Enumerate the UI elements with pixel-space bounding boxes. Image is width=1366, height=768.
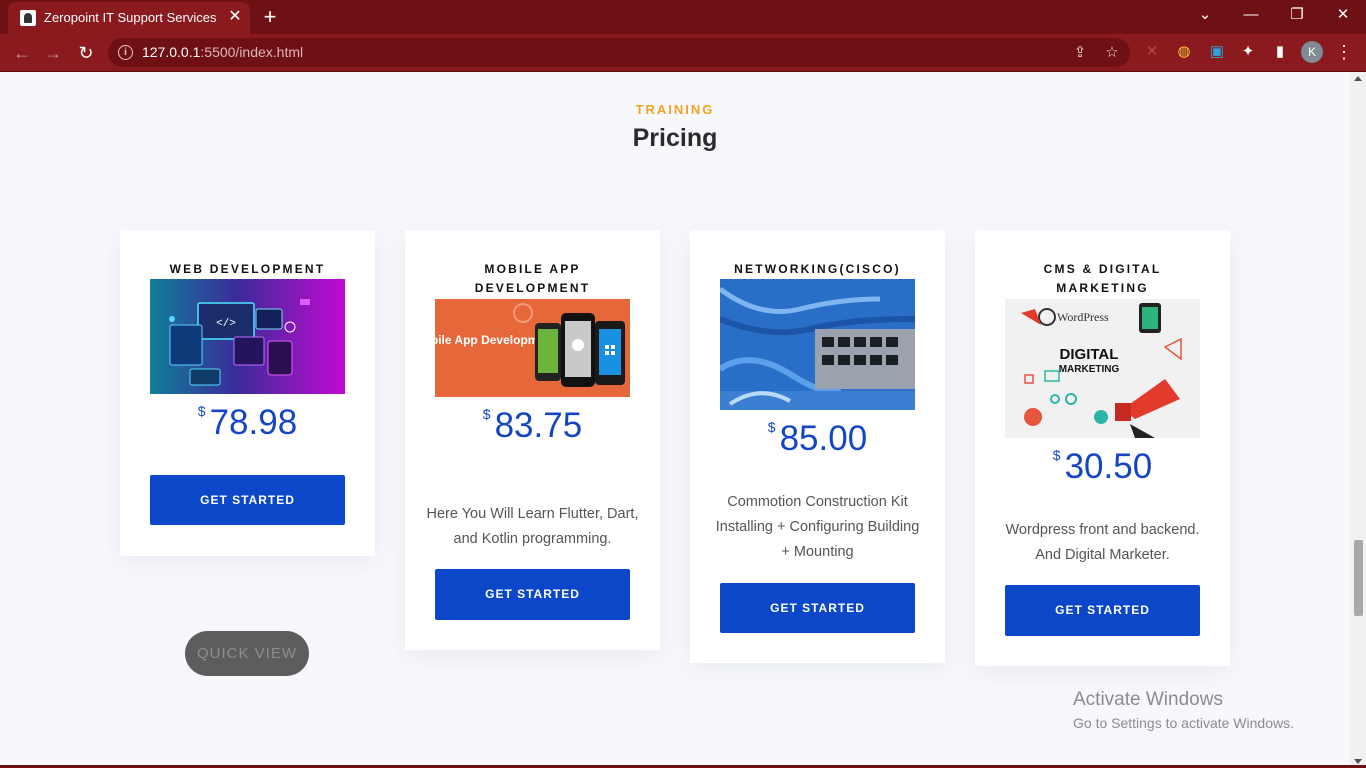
back-icon[interactable]: ← [9, 40, 35, 66]
extension-screen-icon[interactable]: ▣ [1207, 42, 1227, 62]
bookmark-star-icon[interactable]: ☆ [1102, 43, 1122, 63]
url-path: :5500/index.html [200, 44, 304, 60]
scroll-down-arrow-icon[interactable] [1354, 759, 1362, 764]
url-text: 127.0.0.1:5500/index.html [142, 44, 303, 60]
web-development-illustration: </> [150, 279, 345, 394]
mobile-app-development-image: Mobile App Development [435, 299, 630, 397]
url-host: 127.0.0.1 [142, 44, 201, 60]
card-price: $78.98 [120, 403, 375, 443]
windows-activation-watermark: Activate Windows Go to Settings to activ… [1073, 689, 1294, 731]
profile-avatar[interactable]: K [1301, 41, 1323, 63]
side-panel-icon[interactable]: ▮ [1270, 42, 1290, 62]
card-price: $85.00 [690, 419, 945, 459]
get-started-button[interactable]: GET STARTED [150, 475, 345, 525]
mobile-app-illustration: Mobile App Development [435, 299, 630, 397]
card-price: $30.50 [975, 447, 1230, 487]
get-started-button[interactable]: GET STARTED [435, 569, 630, 620]
image-caption-marketing: MARKETING [1059, 364, 1120, 375]
price-value: 83.75 [494, 406, 583, 445]
page-scrollbar[interactable] [1350, 72, 1366, 768]
browser-tab[interactable]: Zeropoint IT Support Services ✕ [8, 2, 250, 34]
price-value: 30.50 [1064, 447, 1153, 486]
section-subtitle: TRAINING [635, 102, 715, 117]
address-bar[interactable]: i 127.0.0.1:5500/index.html ⇪ ☆ [108, 38, 1130, 67]
watermark-title: Activate Windows [1073, 689, 1223, 710]
pricing-card-web-development: WEB DEVELOPMENT </> $ 78.98 GET STARTED [120, 230, 375, 556]
svg-text:</>: </> [216, 318, 236, 330]
card-description: Here You Will Learn Flutter, Dart, and K… [426, 506, 639, 547]
share-icon[interactable]: ⇪ [1070, 43, 1090, 63]
page-viewport: TRAINING Pricing WEB DEVELOPMENT </> $ 7… [0, 72, 1350, 768]
tab-title: Zeropoint IT Support Services [44, 10, 217, 25]
browser-menu-icon[interactable]: ⋮ [1334, 42, 1354, 62]
price-value: 78.98 [209, 403, 298, 442]
network-switch-illustration [720, 279, 915, 410]
site-favicon-icon [20, 10, 36, 26]
extension-x-icon[interactable]: ✕ [1142, 42, 1162, 62]
currency-symbol: $ [767, 419, 776, 435]
web-development-image: </> [150, 279, 345, 394]
card-title: CMS & DIGITAL MARKETING [1043, 262, 1162, 295]
currency-symbol: $ [1052, 447, 1061, 463]
restore-button[interactable]: ❐ [1274, 0, 1320, 30]
browser-tab-strip: Zeropoint IT Support Services ✕ + ⌄ — ❐ … [0, 0, 1366, 34]
image-caption-wordpress: WordPress [1057, 310, 1109, 324]
card-title: NETWORKING(CISCO) [734, 262, 901, 276]
card-title: MOBILE APP DEVELOPMENT [474, 262, 591, 295]
reload-icon[interactable]: ↻ [73, 40, 99, 66]
minimize-button[interactable]: — [1228, 0, 1274, 30]
site-info-icon[interactable]: i [118, 45, 133, 60]
currency-symbol: $ [197, 403, 206, 419]
scrollbar-thumb[interactable] [1354, 540, 1363, 616]
digital-marketing-illustration: WordPress DIGITAL MARKETING [1005, 299, 1200, 438]
currency-symbol: $ [482, 406, 491, 422]
quick-view-button[interactable]: QUICK VIEW [185, 631, 309, 676]
network-switch-image [720, 279, 915, 410]
extensions-puzzle-icon[interactable]: ✦ [1238, 42, 1258, 62]
section-title: Pricing [632, 124, 718, 152]
extension-color-icon[interactable]: ◍ [1174, 42, 1194, 62]
price-value: 85.00 [779, 419, 868, 458]
forward-icon[interactable]: → [40, 40, 66, 66]
pricing-card-mobile-app: MOBILE APP DEVELOPMENT Mobile App Develo… [405, 230, 660, 650]
card-description: Commotion Construction Kit Installing + … [715, 494, 920, 560]
tab-search-icon[interactable]: ⌄ [1182, 0, 1228, 30]
card-description: Wordpress front and backend. And Digital… [1005, 522, 1200, 563]
get-started-button[interactable]: GET STARTED [1005, 585, 1200, 636]
card-price: $83.75 [405, 406, 660, 446]
browser-toolbar: ← → ↻ i 127.0.0.1:5500/index.html ⇪ ☆ ✕ … [0, 34, 1366, 72]
pricing-card-networking: NETWORKING(CISCO) $ 85.00 Commotion Cons… [690, 230, 945, 663]
tab-close-icon[interactable]: ✕ [226, 7, 244, 27]
new-tab-button[interactable]: + [258, 5, 282, 29]
get-started-button[interactable]: GET STARTED [720, 583, 915, 633]
watermark-subtitle: Go to Settings to activate Windows. [1073, 715, 1294, 731]
scroll-up-arrow-icon[interactable] [1354, 76, 1362, 81]
digital-marketing-image: WordPress DIGITAL MARKETING [1005, 299, 1200, 438]
card-title: WEB DEVELOPMENT [169, 262, 326, 276]
pricing-card-cms-digital-marketing: CMS & DIGITAL MARKETING WordPress DIGITA… [975, 230, 1230, 666]
image-caption-digital: DIGITAL [1060, 346, 1119, 363]
close-window-button[interactable]: ✕ [1320, 0, 1366, 30]
